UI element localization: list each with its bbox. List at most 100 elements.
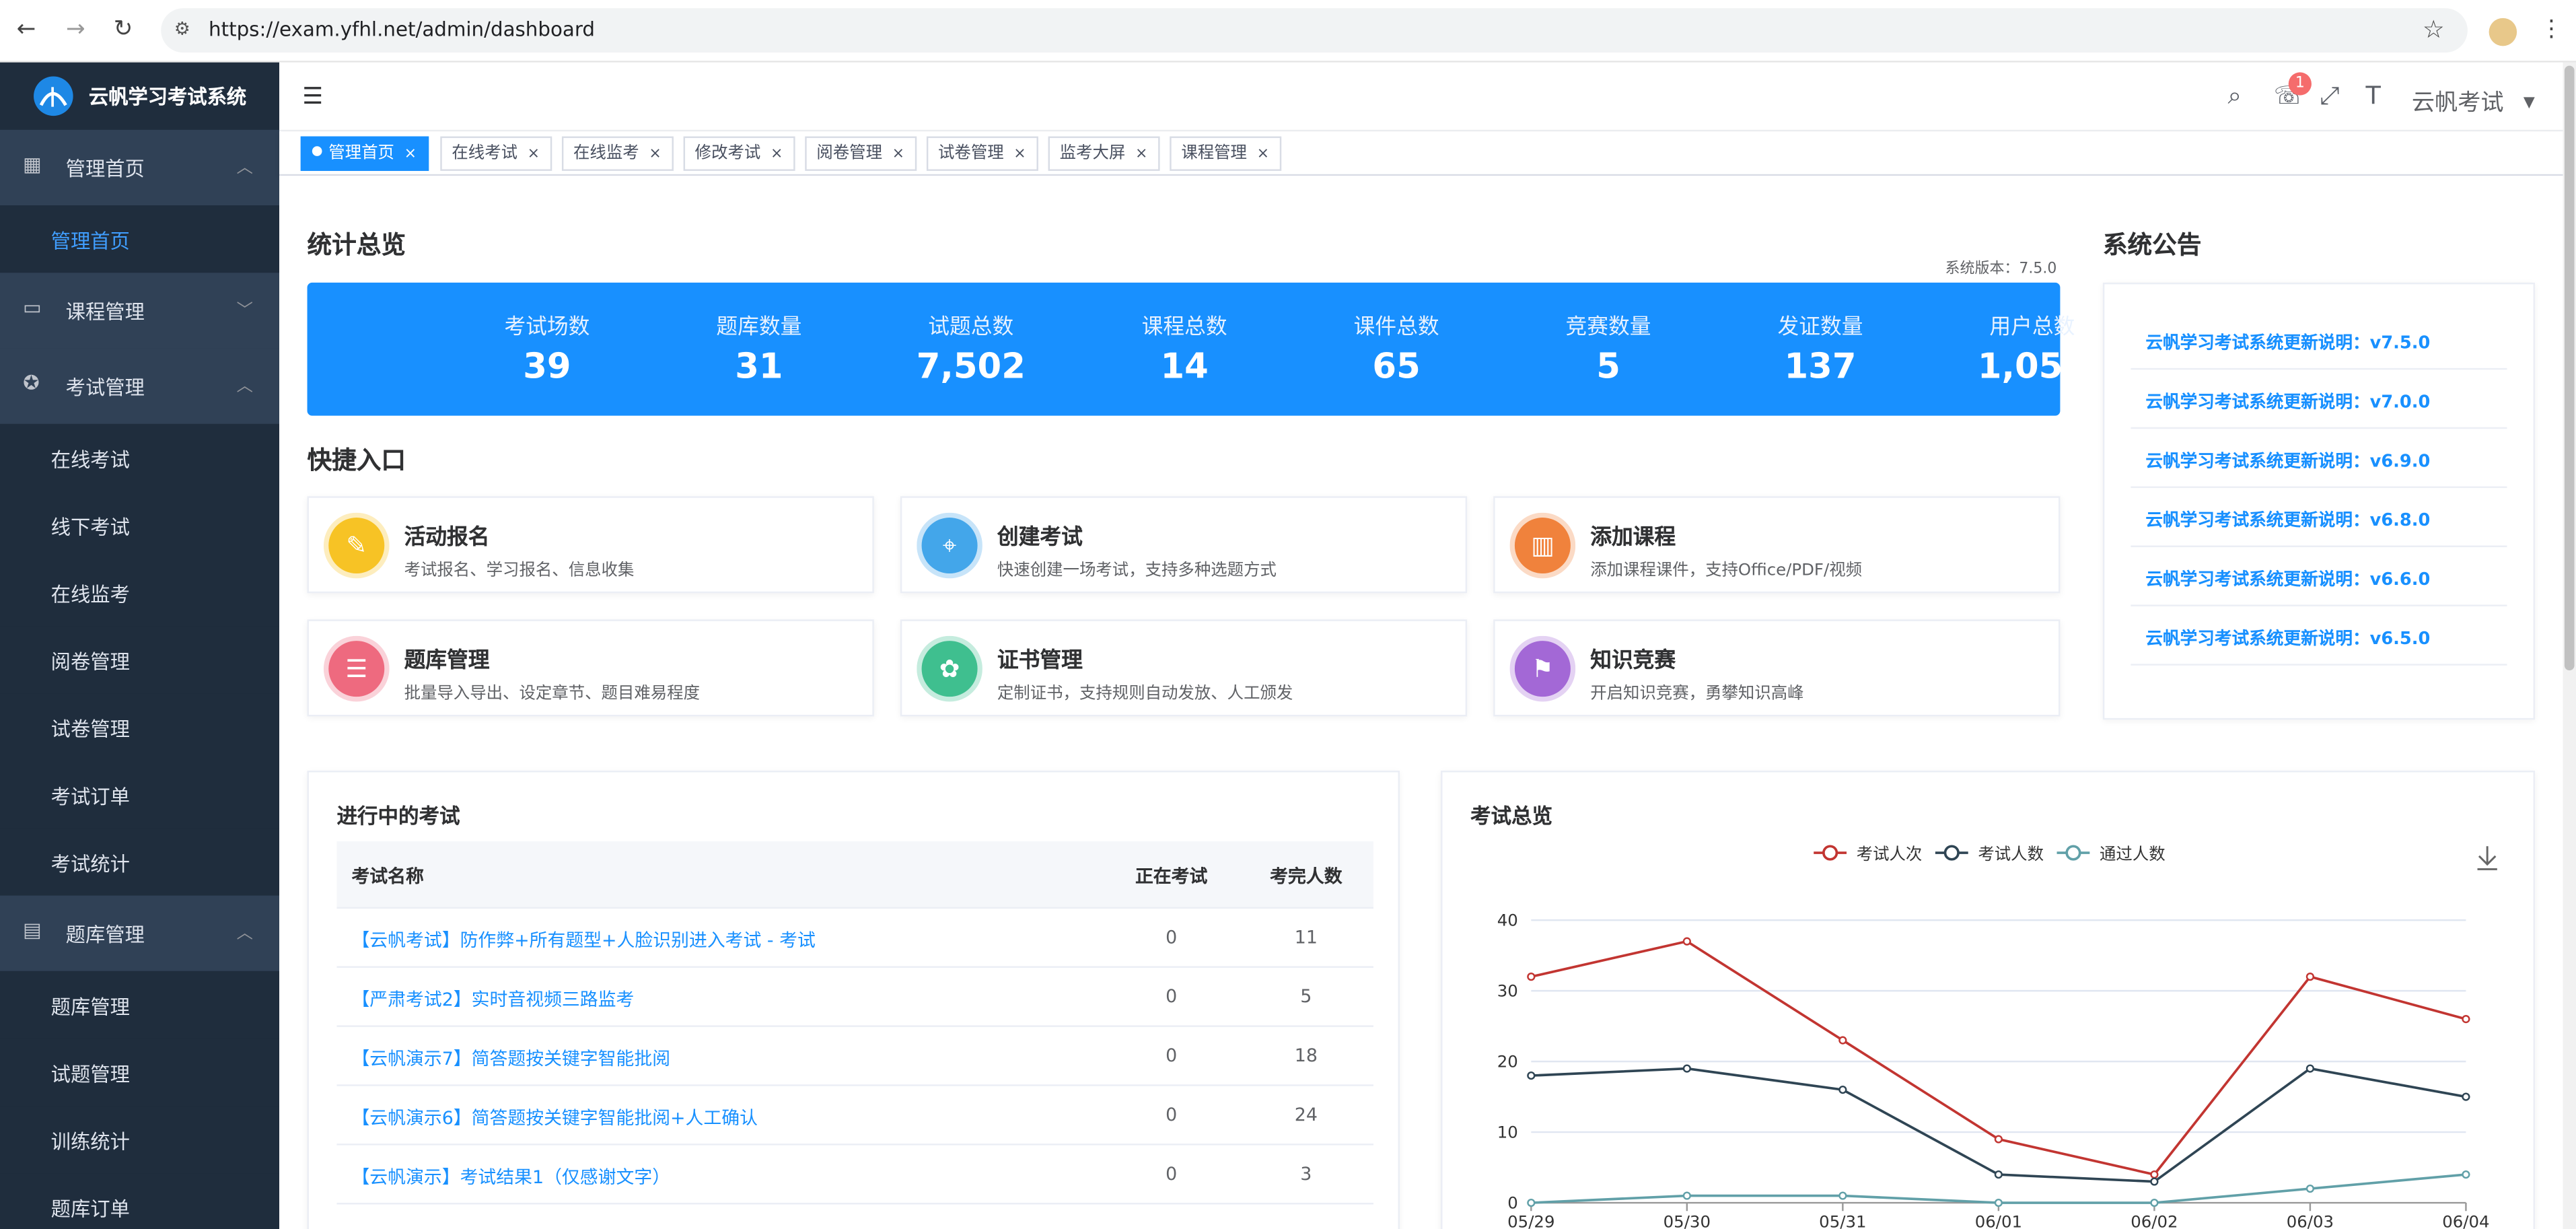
data-point — [1994, 1135, 2003, 1144]
quick-card-question-bank[interactable]: ☰ 题库管理 批量导入导出、设定章节、题目难易程度 — [307, 619, 874, 717]
close-icon[interactable]: × — [528, 146, 540, 162]
exam-ongoing-count: 0 — [1166, 926, 1178, 948]
page-scrollbar[interactable] — [2563, 62, 2576, 1229]
font-size-icon[interactable]: T — [2366, 81, 2381, 110]
menu-item-label: 考试统计 — [50, 853, 130, 876]
tag-dashboard[interactable]: 管理首页 × — [300, 136, 429, 171]
menu-group-home[interactable]: ▦ 管理首页 ︿ — [0, 129, 280, 206]
menu-item-bank[interactable]: 题库管理 — [0, 971, 280, 1039]
caret-down-icon[interactable]: ▼ — [2524, 96, 2535, 112]
close-icon[interactable]: × — [1013, 146, 1026, 162]
menu-item-online-exam[interactable]: 在线考试 — [0, 423, 280, 491]
menu-item-exam-orders[interactable]: 考试订单 — [0, 761, 280, 829]
card-title: 创建考试 — [997, 526, 1083, 551]
address-bar[interactable]: ⚙ https://exam.yfhl.net/admin/dashboard … — [161, 8, 2468, 53]
tag-online-exam[interactable]: 在线考试 × — [440, 136, 552, 171]
stat-label: 题库数量 — [716, 315, 802, 341]
notice-item[interactable]: 云帆学习考试系统更新说明：v6.8.0 — [2131, 488, 2507, 547]
quick-card-add-course[interactable]: ▥ 添加课程 添加课程课件，支持Office/PDF/视频 — [1493, 496, 2061, 594]
scrollbar-thumb[interactable] — [2564, 65, 2575, 671]
quick-card-certificate[interactable]: ✿ 证书管理 定制证书，支持规则自动发放、人工颁发 — [900, 619, 1468, 717]
x-tick-label: 05/30 — [1663, 1212, 1711, 1229]
tag-papers[interactable]: 试卷管理 × — [926, 136, 1038, 171]
quick-card-signup[interactable]: ✎ 活动报名 考试报名、学习报名、信息收集 — [307, 496, 874, 594]
menu-group-course[interactable]: ▭ 课程管理 ﹀ — [0, 273, 280, 349]
tag-big-screen[interactable]: 监考大屏 × — [1048, 136, 1159, 171]
close-icon[interactable]: × — [1257, 146, 1269, 162]
bookmark-star-icon[interactable]: ☆ — [2423, 15, 2445, 44]
profile-avatar[interactable] — [2489, 17, 2517, 46]
hamburger-icon[interactable]: ☰ — [302, 84, 323, 110]
exam-finished-count: 5 — [1300, 985, 1312, 1008]
stat-value: 65 — [1372, 347, 1421, 386]
notice-item[interactable]: 云帆学习考试系统更新说明：v6.5.0 — [2131, 606, 2507, 666]
menu-group-exam[interactable]: ✪ 考试管理 ︿ — [0, 348, 280, 424]
legend-marker — [1943, 845, 1960, 861]
exam-name-link[interactable]: 【云帆演示7】简答题按关键字智能批阅 — [351, 1045, 670, 1072]
url-text[interactable]: https://exam.yfhl.net/admin/dashboard — [209, 18, 595, 41]
search-icon[interactable]: ⌕ — [2227, 81, 2242, 110]
menu-item-dashboard[interactable]: 管理首页 — [0, 205, 280, 273]
exam-name-link[interactable]: 【严肃考试2】实时音视频三路监考 — [351, 986, 634, 1012]
user-name[interactable]: 云帆考试 — [2412, 85, 2504, 118]
menu-item-papers[interactable]: 试卷管理 — [0, 693, 280, 761]
fullscreen-icon[interactable]: ⤢ — [2320, 81, 2339, 110]
data-point — [2305, 1184, 2315, 1193]
notice-link[interactable]: 云帆学习考试系统更新说明：v6.8.0 — [2145, 507, 2430, 532]
back-icon[interactable]: ← — [13, 16, 40, 42]
menu-item-exam-stats[interactable]: 考试统计 — [0, 828, 280, 896]
chevron-up-icon: ︿ — [236, 378, 253, 396]
data-point — [2462, 1015, 2470, 1024]
tag-course[interactable]: 课程管理 × — [1170, 136, 1281, 171]
quick-entry-title: 快捷入口 — [307, 445, 406, 475]
column-header: 考完人数 — [1270, 866, 1343, 888]
tag-proctoring[interactable]: 在线监考 × — [561, 136, 673, 171]
reload-icon[interactable]: ↻ — [110, 16, 137, 42]
logo[interactable]: 云帆学习考试系统 — [0, 62, 280, 130]
menu-item-questions[interactable]: 试题管理 — [0, 1038, 280, 1107]
menu-item-bank-orders[interactable]: 题库订单 — [0, 1173, 280, 1229]
notice-link[interactable]: 云帆学习考试系统更新说明：v7.5.0 — [2145, 330, 2430, 355]
tag-edit-exam[interactable]: 修改考试 × — [683, 136, 795, 171]
card-desc: 开启知识竞赛，勇攀知识高峰 — [1590, 685, 1804, 703]
y-tick-label: 10 — [1497, 1123, 1518, 1142]
menu-item-grading[interactable]: 阅卷管理 — [0, 626, 280, 694]
notice-link[interactable]: 云帆学习考试系统更新说明：v7.0.0 — [2145, 390, 2430, 415]
stat-label: 试题总数 — [928, 315, 1014, 341]
menu-item-label: 线下考试 — [50, 516, 130, 539]
menu-item-training-stats[interactable]: 训练统计 — [0, 1106, 280, 1174]
exam-name-link[interactable]: 【云帆考试】防作弊+所有题型+人脸识别进入考试 - 考试 — [351, 927, 815, 953]
close-icon[interactable]: × — [404, 146, 417, 162]
tag-label: 修改考试 — [694, 144, 761, 163]
notice-item[interactable]: 云帆学习考试系统更新说明：v6.9.0 — [2131, 429, 2507, 489]
menu-item-offline-exam[interactable]: 线下考试 — [0, 491, 280, 559]
stat-value: 5 — [1596, 347, 1620, 386]
notice-link[interactable]: 云帆学习考试系统更新说明：v6.9.0 — [2145, 448, 2430, 473]
exam-overview-chart: 0 10 20 30 40 05/29 05/30 05/31 06/01 06/02 06/03 0… — [1497, 844, 2497, 1229]
legend-marker — [1822, 845, 1838, 861]
exam-name-link[interactable]: 【云帆演示】考试结果1（仅感谢文字） — [351, 1163, 670, 1189]
tag-grading[interactable]: 阅卷管理 × — [805, 136, 917, 171]
chevron-up-icon: ︿ — [236, 925, 253, 944]
menu-group-label: 题库管理 — [65, 923, 145, 947]
menu-group-question-bank[interactable]: ▤ 题库管理 ︿ — [0, 895, 280, 971]
column-header: 正在考试 — [1135, 866, 1208, 888]
quick-card-create-exam[interactable]: ⌖ 创建考试 快速创建一场考试，支持多种选题方式 — [900, 496, 1468, 594]
menu-item-proctoring[interactable]: 在线监考 — [0, 559, 280, 627]
stat-label: 发证数量 — [1777, 315, 1863, 341]
close-icon[interactable]: × — [771, 146, 783, 162]
notice-item[interactable]: 云帆学习考试系统更新说明：v6.6.0 — [2131, 547, 2507, 606]
notice-link[interactable]: 云帆学习考试系统更新说明：v6.5.0 — [2145, 626, 2430, 651]
notice-item[interactable]: 云帆学习考试系统更新说明：v7.0.0 — [2131, 370, 2507, 429]
quick-card-contest[interactable]: ⚑ 知识竞赛 开启知识竞赛，勇攀知识高峰 — [1493, 619, 2061, 717]
close-icon[interactable]: × — [892, 146, 904, 162]
notice-item[interactable]: 云帆学习考试系统更新说明：v7.5.0 — [2131, 310, 2507, 370]
exam-name-link[interactable]: 【云帆演示6】简答题按关键字智能批阅+人工确认 — [351, 1104, 758, 1131]
notice-link[interactable]: 云帆学习考试系统更新说明：v6.6.0 — [2145, 567, 2430, 592]
close-icon[interactable]: × — [1135, 146, 1147, 162]
signup-icon: ✎ — [323, 512, 390, 579]
browser-menu-icon[interactable]: ⋮ — [2540, 16, 2563, 42]
forward-icon[interactable]: → — [63, 16, 89, 42]
site-info-icon[interactable]: ⚙ — [174, 18, 190, 40]
close-icon[interactable]: × — [649, 146, 661, 162]
